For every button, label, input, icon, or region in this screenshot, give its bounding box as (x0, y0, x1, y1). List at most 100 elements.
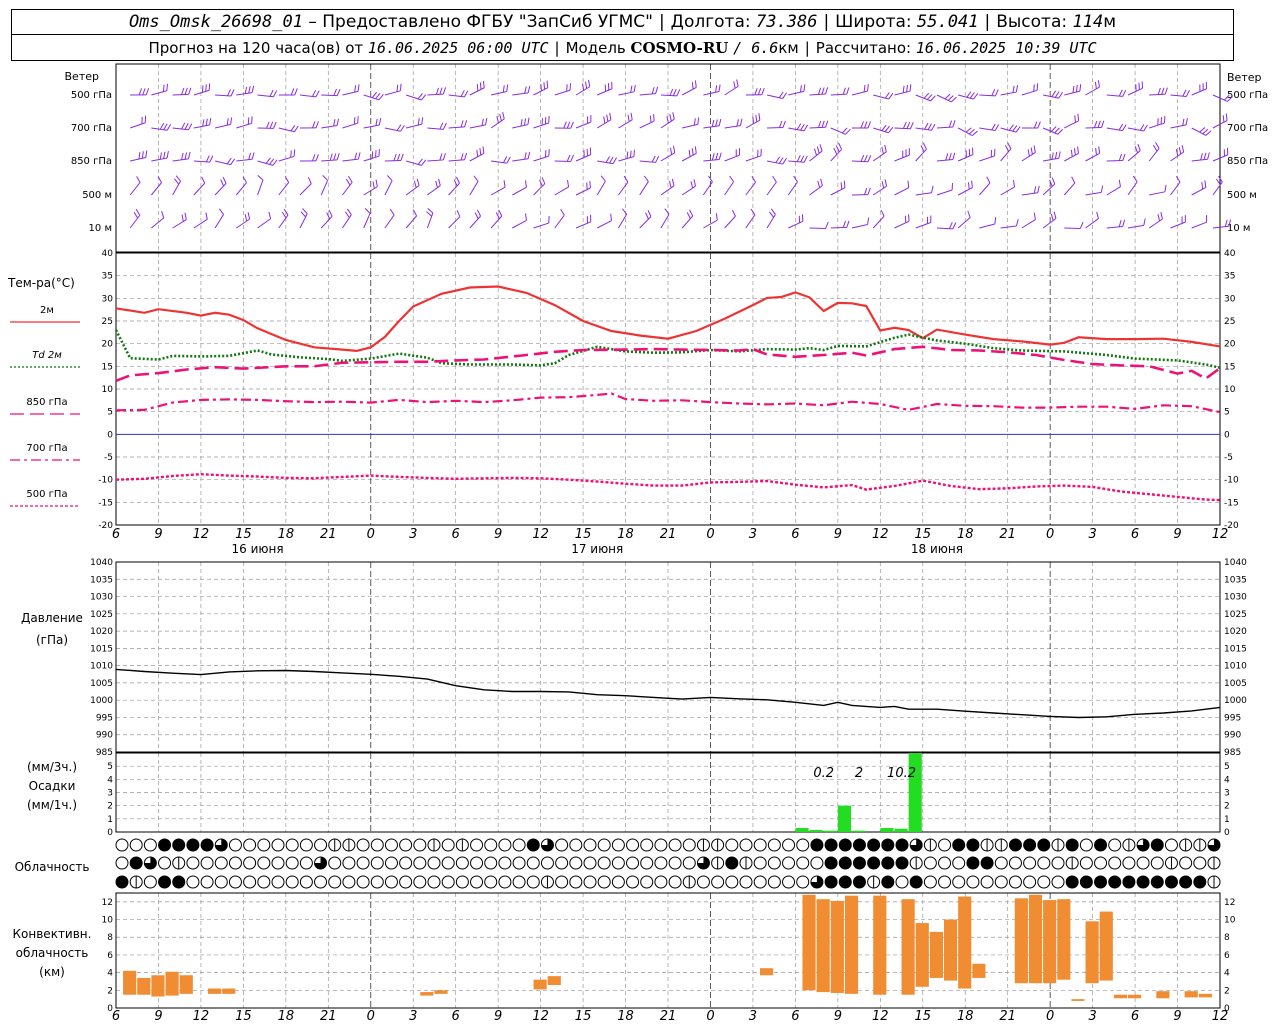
wind-barb-staff (257, 179, 264, 196)
wind-barb-staff (979, 182, 991, 196)
precip-ytick-left: 5 (107, 762, 113, 772)
cloud-circle (980, 856, 994, 870)
cloud-symbol (923, 838, 937, 852)
convective-xtick: 21 (320, 1009, 337, 1024)
wind-barb-feather (803, 84, 806, 92)
wind-barb-feather (581, 83, 585, 91)
cloud-circle (1108, 856, 1122, 870)
wind-barb-feather (541, 177, 546, 184)
cloud-circle (611, 875, 625, 889)
wind-barb-staff (469, 181, 479, 196)
wind-barb-feather (1205, 130, 1212, 136)
cloud-circle (299, 838, 313, 852)
wind-barb-staff (1064, 227, 1081, 230)
convective-ytick-left: 8 (107, 933, 113, 943)
cloud-circle (1079, 875, 1093, 889)
wind-barb-feather (560, 208, 565, 216)
cloud-circle (356, 875, 370, 889)
wind-barb-staff (681, 86, 697, 96)
wind-barb-feather (1185, 89, 1190, 97)
wind-barb-feather (867, 155, 872, 162)
wind-barb-feather (1143, 124, 1148, 132)
wind-barb-staff (129, 182, 141, 196)
wind-barb-feather (986, 176, 991, 184)
temp-line-td2m (114, 329, 1221, 369)
wind-barb-feather (357, 152, 361, 160)
wind-barb-feather (969, 92, 975, 99)
wind-barb-feather (205, 84, 207, 92)
wind-barb-feather (1143, 218, 1146, 226)
convective-xtick: 3 (749, 1009, 757, 1024)
wind-barb-feather (566, 121, 571, 129)
wind-barb-feather (348, 176, 353, 183)
convective-bar (1198, 993, 1212, 998)
cloud-circle (994, 856, 1008, 870)
wind-barb-feather (375, 179, 378, 187)
cloud-circle (228, 875, 242, 889)
wind-barb-feather (586, 182, 588, 190)
convective-xtick: 18 (278, 1009, 295, 1024)
wind-barb-feather (460, 120, 464, 128)
wind-barb-feather (923, 92, 930, 99)
wind-barb-feather (174, 178, 180, 185)
wind-barb-staff (639, 181, 649, 196)
wind-barb-staff (1106, 226, 1123, 229)
cloud-symbol (455, 856, 469, 870)
cloud-circle (470, 838, 484, 852)
precip-ytick-left: 1 (107, 815, 113, 825)
wind-barb-feather (1118, 179, 1121, 187)
cloud-symbol (597, 875, 611, 889)
wind-barb-staff (872, 185, 887, 196)
wind-barb-feather (312, 154, 316, 162)
convective-xtick: 12 (872, 1009, 889, 1024)
cloud-circle (1079, 856, 1093, 870)
pressure-ytick-left: 1010 (90, 662, 113, 672)
wind-barb-feather (184, 122, 189, 130)
pressure-ytick-left: 990 (96, 731, 113, 741)
wind-barb-staff (405, 215, 417, 229)
temp-ytick-left: -15 (98, 498, 113, 508)
convective-bar (434, 990, 448, 994)
wind-barb-feather (1155, 142, 1160, 149)
wind-barb-staff (1106, 94, 1123, 97)
cloud-symbol (753, 875, 767, 889)
wind-barb-staff (745, 214, 756, 229)
cloud-symbol (980, 875, 994, 889)
cloud-symbol (115, 856, 129, 870)
wind-barb-feather (163, 151, 166, 159)
cloud-circle (1164, 875, 1178, 889)
wind-barb-staff (384, 214, 395, 229)
cloud-symbol (725, 838, 739, 852)
cloud-symbol (1094, 875, 1108, 889)
wind-barb-feather (482, 146, 485, 154)
convective-xtick: 21 (999, 1009, 1016, 1024)
wind-barb-feather (1118, 153, 1123, 161)
cloud-circle (626, 856, 640, 870)
cloud-symbol (1094, 856, 1108, 870)
wind-barb-feather (209, 118, 212, 126)
wind-barb-feather (166, 151, 169, 159)
precip-ytick-left: 3 (107, 789, 113, 799)
wind-barb-staff (1063, 182, 1076, 196)
cloud-symbol (285, 875, 299, 889)
wind-barb-feather (464, 152, 468, 160)
cloud-circle (881, 856, 895, 870)
cloud-symbol (314, 838, 328, 852)
wind-barb-staff (554, 186, 569, 196)
legend-label: 700 гПа (26, 443, 67, 454)
wind-barb-staff (427, 159, 444, 162)
temp-ytick-right: 15 (1224, 362, 1235, 372)
wind-barb-feather (1016, 219, 1019, 227)
convective-bar (873, 895, 887, 995)
precip-bar (880, 828, 894, 832)
cloud-circle (597, 838, 611, 852)
wind-barb-feather (145, 88, 150, 96)
cloud-panel-label: Облачность (15, 860, 90, 874)
cloud-symbol (810, 856, 824, 870)
wind-barb-feather (751, 176, 756, 183)
cloud-circle (626, 875, 640, 889)
wind-barb-feather (476, 83, 479, 92)
cloud-circle (555, 856, 569, 870)
cloud-symbol (413, 875, 427, 889)
convective-xtick: 9 (1173, 1009, 1181, 1024)
